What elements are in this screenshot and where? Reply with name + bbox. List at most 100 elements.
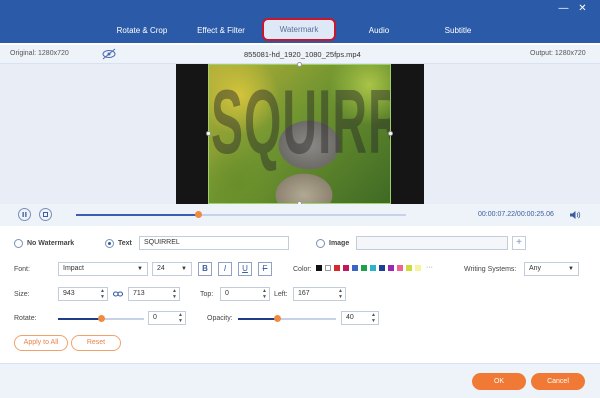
rotate-slider-knob[interactable] <box>98 315 105 322</box>
no-watermark-radio[interactable] <box>14 239 23 248</box>
opacity-slider[interactable] <box>238 315 336 322</box>
rotate-slider-fill <box>58 318 101 320</box>
size-label: Size: <box>14 291 30 298</box>
color-swatch[interactable] <box>361 265 367 271</box>
chevron-down-icon: ▼ <box>568 266 574 272</box>
height-stepper[interactable]: 713 ▲ ▼ <box>128 287 180 301</box>
left-label: Left: <box>274 291 288 298</box>
watermark-image-input[interactable] <box>356 236 508 250</box>
color-swatch[interactable] <box>406 265 412 271</box>
rotate-label: Rotate: <box>14 315 37 322</box>
tab-effect-filter[interactable]: Effect & Filter <box>188 24 254 38</box>
opacity-value: 40 <box>346 314 354 321</box>
stepper-arrows-icon[interactable]: ▲ ▼ <box>100 288 105 300</box>
timeline-knob[interactable] <box>195 211 203 218</box>
tab-subtitle[interactable]: Subtitle <box>436 24 480 38</box>
font-family-select[interactable]: Impact ▼ <box>58 262 148 276</box>
color-swatch[interactable] <box>397 265 403 271</box>
player-controls: 00:00:07.22/00:00:25.06 <box>0 204 600 226</box>
watermark-resize-handle[interactable] <box>297 62 302 67</box>
stepper-arrows-icon[interactable]: ▲ ▼ <box>338 288 343 300</box>
reset-button[interactable]: Reset <box>71 335 121 351</box>
color-swatch[interactable] <box>325 265 331 271</box>
font-family-value: Impact <box>63 265 85 272</box>
color-label: Color: <box>293 266 312 273</box>
color-swatch[interactable] <box>370 265 376 271</box>
opacity-stepper[interactable]: 40 ▲ ▼ <box>341 311 379 325</box>
opacity-label: Opacity: <box>207 315 233 322</box>
more-colors-button[interactable]: ··· <box>426 264 433 271</box>
width-stepper[interactable]: 943 ▲ ▼ <box>58 287 108 301</box>
tab-audio[interactable]: Audio <box>360 24 398 38</box>
color-swatch[interactable] <box>316 265 322 271</box>
stepper-arrows-icon[interactable]: ▲ ▼ <box>172 288 177 300</box>
ok-button[interactable]: OK <box>472 373 526 390</box>
rotate-stepper[interactable]: 0 ▲ ▼ <box>148 311 186 325</box>
rotate-value: 0 <box>153 314 157 321</box>
timeline-slider[interactable] <box>76 211 406 218</box>
footer-bar: OK Cancel <box>0 363 600 398</box>
color-swatch[interactable] <box>352 265 358 271</box>
color-swatch[interactable] <box>379 265 385 271</box>
watermark-resize-handle[interactable] <box>206 131 211 136</box>
height-value: 713 <box>133 290 145 297</box>
minimize-button[interactable]: — <box>558 3 569 14</box>
stepper-arrows-icon[interactable]: ▲ ▼ <box>371 312 376 324</box>
top-label: Top: <box>200 291 214 298</box>
color-swatch[interactable] <box>415 265 421 271</box>
chevron-down-icon: ▼ <box>137 266 143 272</box>
tab-rotate-crop[interactable]: Rotate & Crop <box>110 24 174 38</box>
writing-systems-value: Any <box>529 265 542 272</box>
file-name: 855081-hd_1920_1080_25fps.mp4 <box>244 50 361 59</box>
apply-to-all-button[interactable]: Apply to All <box>14 335 68 351</box>
video-frame: SQUIRREL <box>208 64 391 204</box>
image-watermark-radio[interactable] <box>316 239 325 248</box>
no-watermark-label: No Watermark <box>27 240 75 247</box>
stop-icon <box>43 212 48 217</box>
text-watermark-label: Text <box>118 240 132 247</box>
stop-button[interactable] <box>39 208 52 221</box>
font-size-value: 24 <box>157 265 165 272</box>
pause-icon <box>22 212 27 217</box>
width-value: 943 <box>63 290 75 297</box>
bold-button[interactable]: B <box>198 262 212 276</box>
left-value: 167 <box>298 290 310 297</box>
image-watermark-label: Image <box>329 240 350 247</box>
stepper-arrows-icon[interactable]: ▲ ▼ <box>178 312 183 324</box>
title-bar: — ✕ Rotate & Crop Effect & Filter Waterm… <box>0 0 600 43</box>
color-swatch[interactable] <box>334 265 340 271</box>
top-stepper[interactable]: 0 ▲ ▼ <box>220 287 270 301</box>
tab-watermark-label: Watermark <box>279 25 319 34</box>
opacity-slider-fill <box>238 318 278 320</box>
play-pause-button[interactable] <box>18 208 31 221</box>
font-label: Font: <box>14 266 30 273</box>
cancel-button[interactable]: Cancel <box>531 373 585 390</box>
writing-systems-select[interactable]: Any ▼ <box>524 262 579 276</box>
strikethrough-button[interactable]: F <box>258 262 272 276</box>
opacity-slider-knob[interactable] <box>274 315 282 322</box>
link-ratio-icon[interactable] <box>112 290 124 300</box>
font-size-select[interactable]: 24 ▼ <box>152 262 192 276</box>
add-image-button[interactable]: + <box>512 236 526 250</box>
top-value: 0 <box>225 290 229 297</box>
underline-button[interactable]: U <box>238 262 252 276</box>
left-stepper[interactable]: 167 ▲ ▼ <box>293 287 346 301</box>
close-button[interactable]: ✕ <box>577 3 588 14</box>
output-resolution: Output: 1280x720 <box>530 50 586 57</box>
color-swatch[interactable] <box>343 265 349 271</box>
text-watermark-radio[interactable] <box>105 239 114 248</box>
eye-off-icon[interactable] <box>101 48 117 62</box>
watermark-resize-handle[interactable] <box>388 131 393 136</box>
volume-icon[interactable] <box>569 210 581 222</box>
watermark-text-input[interactable]: SQUIRREL <box>139 236 289 250</box>
playback-time: 00:00:07.22/00:00:25.06 <box>478 211 554 218</box>
timeline-progress <box>76 214 199 216</box>
color-swatch[interactable] <box>388 265 394 271</box>
rotate-slider[interactable] <box>58 315 144 322</box>
stepper-arrows-icon[interactable]: ▲ ▼ <box>262 288 267 300</box>
italic-button[interactable]: I <box>218 262 232 276</box>
tab-watermark[interactable]: Watermark <box>262 18 336 41</box>
video-preview: SQUIRREL <box>0 62 600 206</box>
writing-systems-label: Writing Systems: <box>464 266 517 273</box>
watermark-overlay-text[interactable]: SQUIRREL <box>211 78 390 170</box>
